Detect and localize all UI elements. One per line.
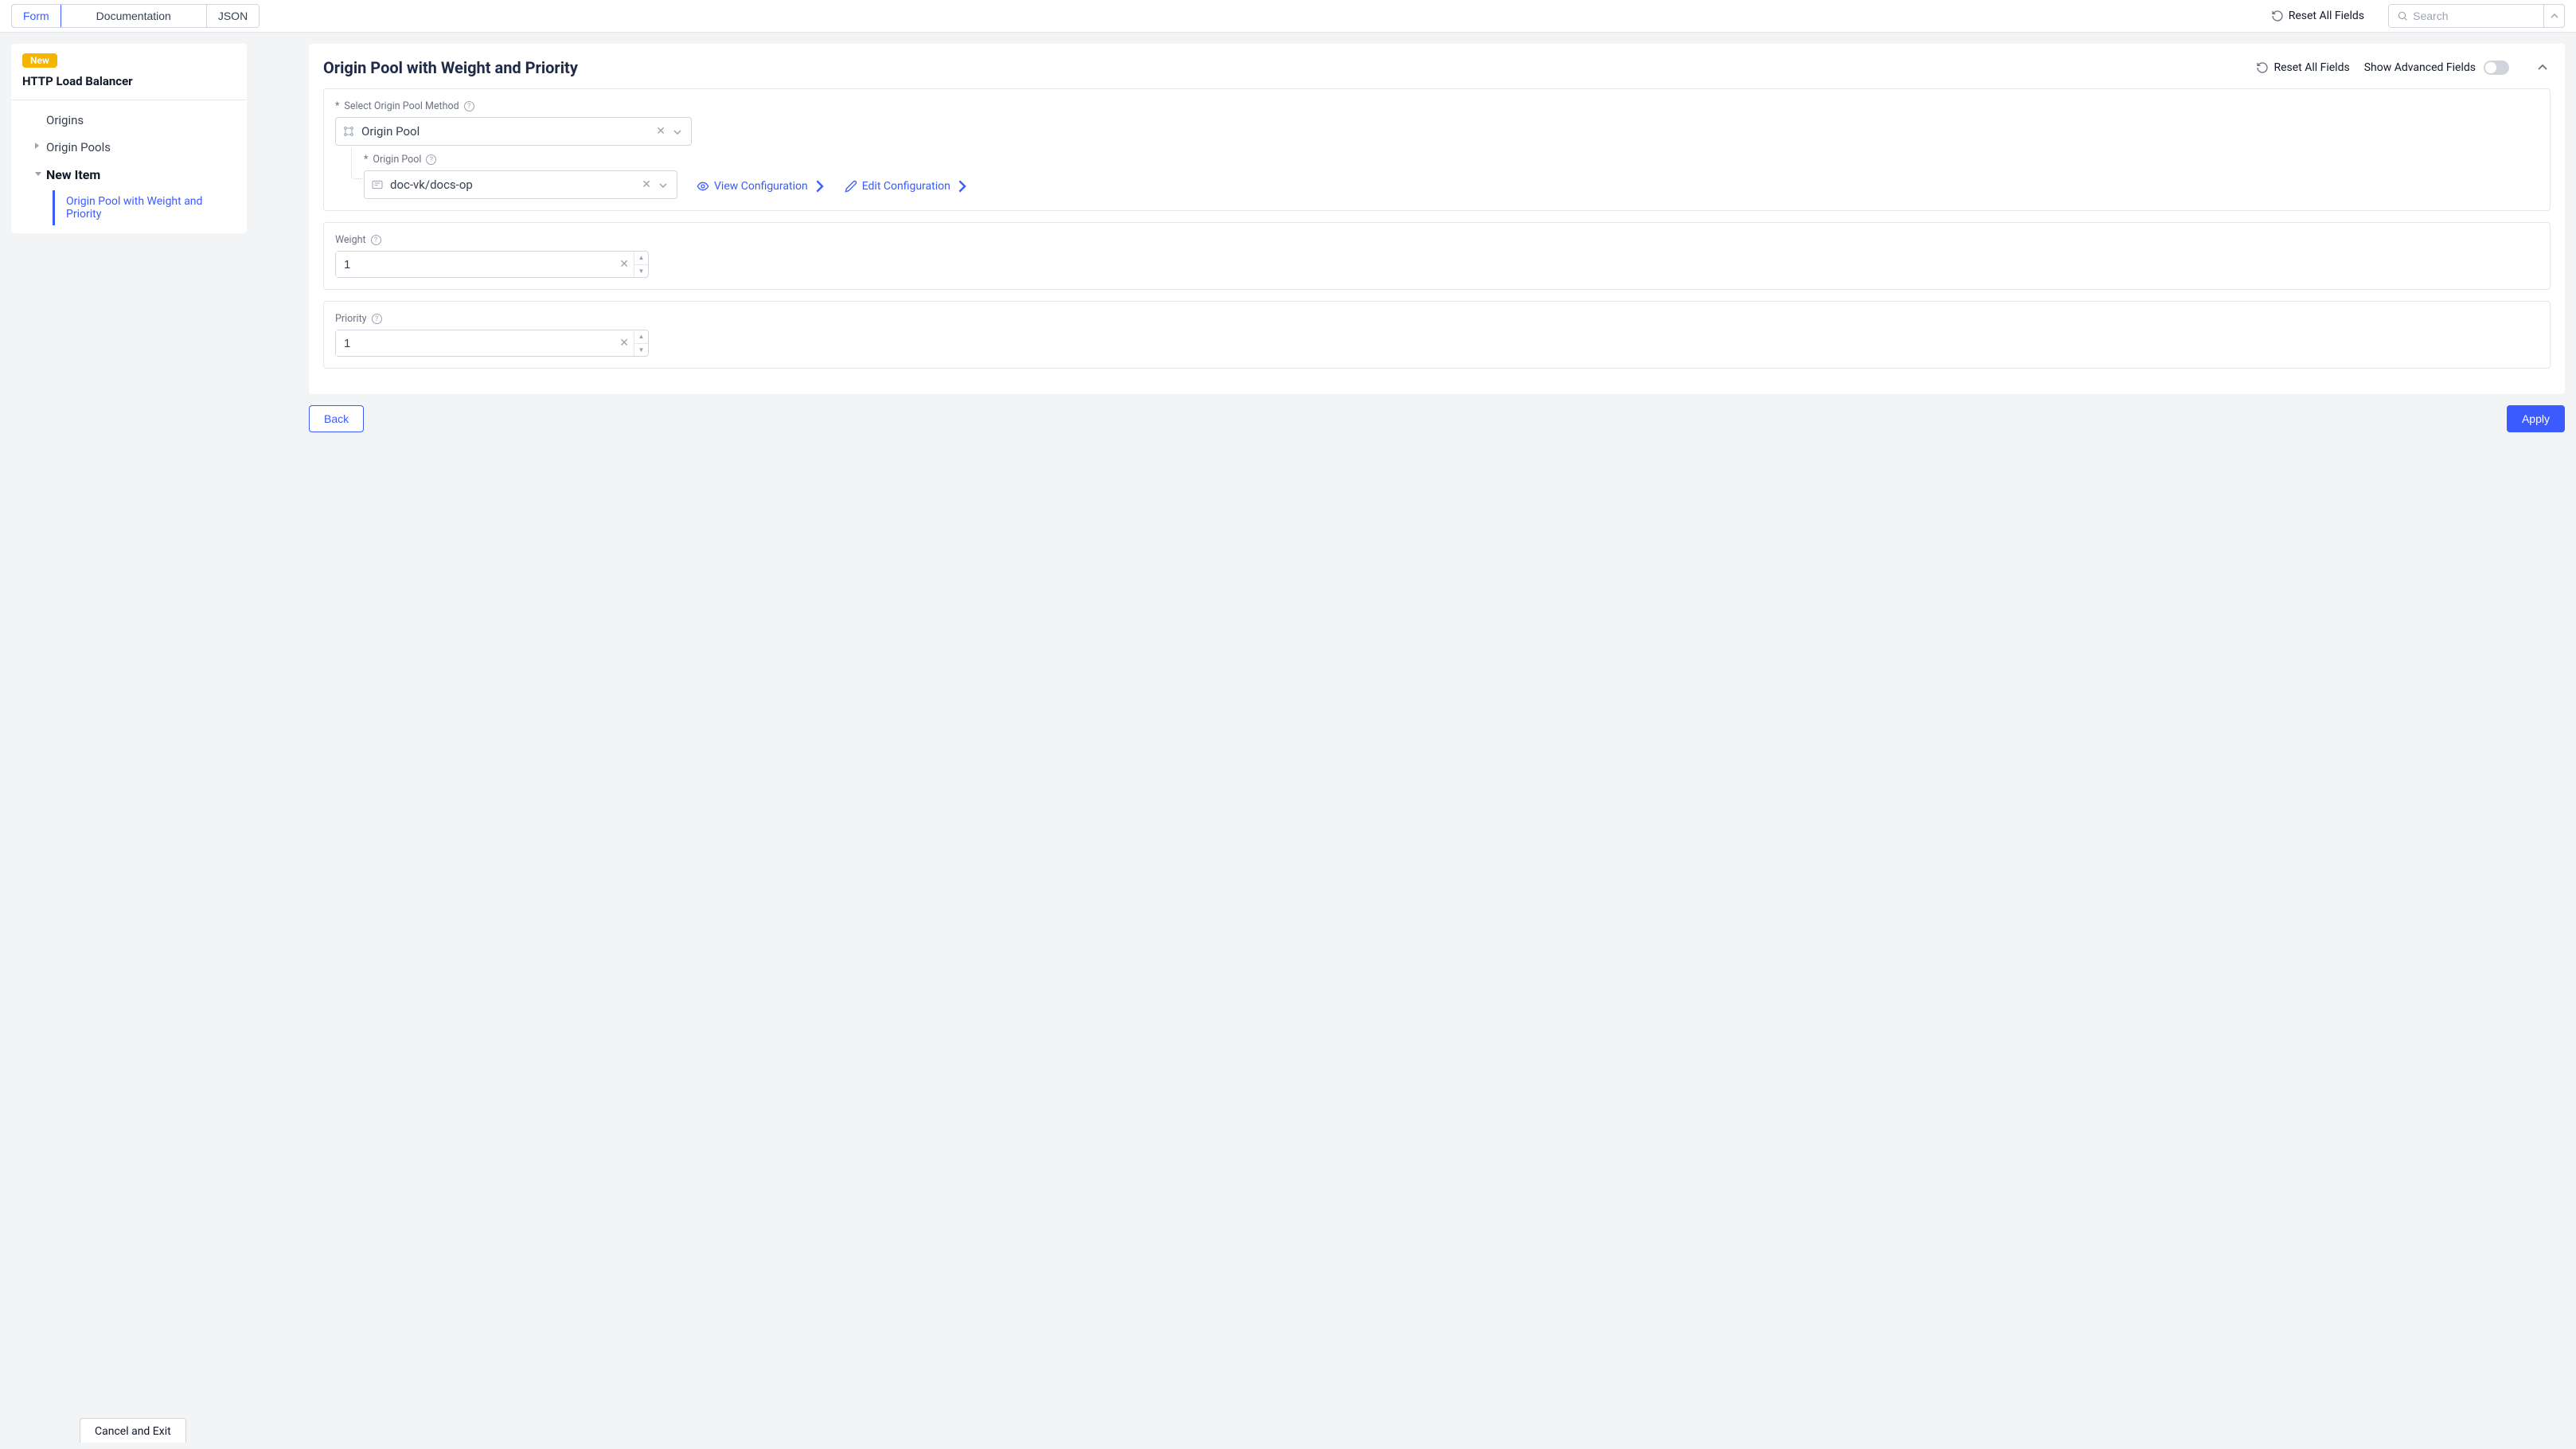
main-content: Origin Pool with Weight and Priority Res…: [258, 33, 2576, 1449]
section-priority: Priority ? ✕ ▲ ▼: [323, 301, 2551, 369]
edit-configuration-link[interactable]: Edit Configuration: [845, 180, 968, 199]
toggle-switch[interactable]: [2484, 61, 2509, 75]
select-origin-pool[interactable]: doc-vk/docs-op ✕: [364, 170, 677, 199]
search-result-nav[interactable]: [2543, 5, 2564, 27]
tree-connector: [351, 149, 362, 179]
chevron-right-icon: [955, 180, 968, 193]
caret-icon: [35, 143, 39, 149]
link-label: View Configuration: [714, 180, 808, 193]
show-advanced-toggle[interactable]: Show Advanced Fields: [2364, 61, 2509, 75]
chevron-right-icon: [813, 180, 825, 193]
clear-icon[interactable]: ✕: [637, 178, 656, 191]
stepper-up[interactable]: ▲: [634, 252, 648, 265]
cancel-and-exit-button[interactable]: Cancel and Exit: [80, 1418, 186, 1443]
footer-actions: Back Apply: [309, 405, 2565, 432]
tree-item-origin-pools[interactable]: Origin Pools: [24, 134, 247, 161]
reset-label: Reset All Fields: [2274, 61, 2349, 74]
sidebar-header: New HTTP Load Balancer: [11, 44, 247, 100]
priority-input-wrap: ✕ ▲ ▼: [335, 330, 649, 357]
label-priority: Priority ?: [335, 313, 2539, 325]
weight-input[interactable]: [336, 252, 615, 277]
sidebar: New HTTP Load Balancer Origins Origin Po…: [11, 44, 247, 233]
info-icon[interactable]: ?: [426, 154, 436, 165]
reset-label: Reset All Fields: [2289, 10, 2364, 22]
reset-all-fields-top[interactable]: Reset All Fields: [2271, 10, 2364, 22]
select-origin-pool-method[interactable]: Origin Pool ✕: [335, 117, 692, 146]
search-icon: [2397, 10, 2408, 22]
select-value: doc-vk/docs-op: [390, 178, 637, 192]
topbar: Form Documentation JSON Reset All Fields: [0, 0, 2576, 33]
tree-item-origins[interactable]: Origins: [24, 107, 247, 134]
reset-icon: [2256, 61, 2269, 74]
label-weight: Weight ?: [335, 234, 2539, 246]
eye-icon: [697, 180, 709, 193]
view-configuration-link[interactable]: View Configuration: [697, 180, 825, 199]
new-badge: New: [22, 53, 57, 68]
advanced-label: Show Advanced Fields: [2364, 61, 2476, 74]
section-origin-pool-method: * Select Origin Pool Method ? Origin Poo…: [323, 88, 2551, 211]
clear-icon[interactable]: ✕: [651, 125, 670, 138]
tree-item-origin-pool-weight-priority[interactable]: Origin Pool with Weight and Priority: [53, 190, 247, 225]
apply-button[interactable]: Apply: [2507, 405, 2565, 432]
tree-item-new-item[interactable]: New Item: [24, 161, 247, 189]
priority-input[interactable]: [336, 330, 615, 356]
info-icon[interactable]: ?: [464, 101, 474, 111]
section-weight: Weight ? ✕ ▲ ▼: [323, 222, 2551, 290]
nested-origin-pool: * Origin Pool ? doc-vk/docs-op ✕: [364, 154, 2539, 199]
clear-icon[interactable]: ✕: [615, 330, 634, 356]
pool-method-icon: [342, 125, 355, 138]
stepper-down[interactable]: ▼: [634, 265, 648, 278]
nav-tree: Origins Origin Pools New Item Origin Poo…: [11, 100, 247, 225]
resource-icon: [371, 178, 384, 191]
info-icon[interactable]: ?: [372, 314, 382, 324]
select-value: Origin Pool: [361, 124, 651, 139]
pencil-icon: [845, 180, 857, 193]
tab-json[interactable]: JSON: [207, 5, 259, 27]
caret-down-icon: [35, 172, 41, 176]
tab-form[interactable]: Form: [11, 4, 61, 28]
search-container: [2388, 4, 2565, 28]
dropdown-caret-icon[interactable]: [656, 178, 670, 191]
dropdown-caret-icon[interactable]: [670, 125, 685, 138]
panel-title: Origin Pool with Weight and Priority: [323, 58, 578, 77]
link-label: Edit Configuration: [862, 180, 950, 193]
collapse-panel-button[interactable]: [2535, 60, 2551, 76]
stepper-up[interactable]: ▲: [634, 330, 648, 344]
back-button[interactable]: Back: [309, 405, 364, 432]
tab-documentation[interactable]: Documentation: [61, 5, 207, 27]
form-panel: Origin Pool with Weight and Priority Res…: [309, 44, 2565, 394]
label-origin-pool: * Origin Pool ?: [364, 154, 2539, 166]
reset-icon: [2271, 10, 2284, 22]
clear-icon[interactable]: ✕: [615, 252, 634, 277]
reset-all-fields-panel[interactable]: Reset All Fields: [2256, 61, 2349, 74]
stepper-down[interactable]: ▼: [634, 344, 648, 357]
sidebar-title: HTTP Load Balancer: [22, 74, 236, 88]
weight-input-wrap: ✕ ▲ ▼: [335, 251, 649, 278]
search-input[interactable]: [2413, 10, 2535, 22]
panel-header: Origin Pool with Weight and Priority Res…: [323, 58, 2551, 77]
view-tabs: Form Documentation JSON: [11, 4, 260, 28]
label-select-method: * Select Origin Pool Method ?: [335, 100, 2539, 112]
info-icon[interactable]: ?: [371, 235, 381, 245]
